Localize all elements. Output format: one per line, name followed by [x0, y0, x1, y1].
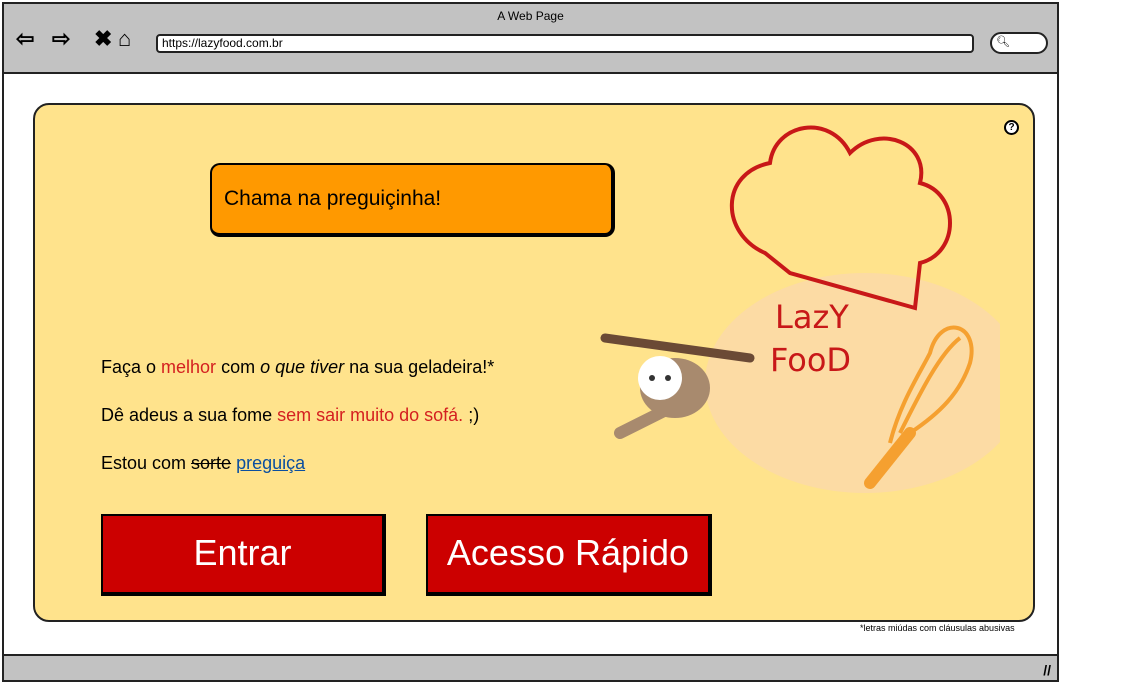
- text: Dê adeus a sua fome: [101, 405, 278, 425]
- preguica-link[interactable]: preguiça: [236, 453, 305, 473]
- url-input[interactable]: https://lazyfood.com.br: [156, 34, 974, 53]
- browser-titlebar: A Web Page ⇦ ⇨ ✖ ⌂ https://lazyfood.com.…: [4, 4, 1057, 74]
- banner: Chama na preguiçinha!: [210, 163, 615, 237]
- lazy-food-logo: LazY FooD: [600, 125, 1000, 493]
- highlight: melhor: [161, 357, 217, 377]
- back-icon[interactable]: ⇦: [16, 26, 34, 52]
- tagline-1: Faça o melhor com o que tiver na sua gel…: [101, 357, 494, 378]
- status-bar: //: [4, 654, 1057, 680]
- text: com: [216, 357, 261, 377]
- main-panel: ? Chama na preguiçinha! LazY FooD Faça o…: [33, 103, 1035, 622]
- text: Faça o: [101, 357, 162, 377]
- strikethrough-text: sorte: [191, 453, 232, 473]
- emphasis: o que tiver: [260, 357, 345, 377]
- resize-grip-icon[interactable]: //: [1043, 662, 1051, 678]
- footnote: *letras miúdas com cláusulas abusivas: [860, 623, 1015, 633]
- home-icon[interactable]: ⌂: [118, 26, 131, 52]
- search-icon: 🔍︎: [996, 36, 1010, 48]
- highlight: sem sair muito do sofá.: [277, 405, 464, 425]
- browser-window: A Web Page ⇦ ⇨ ✖ ⌂ https://lazyfood.com.…: [2, 2, 1059, 682]
- text: na sua geladeira!*: [344, 357, 495, 377]
- forward-icon[interactable]: ⇨: [52, 26, 70, 52]
- logo-background: [705, 273, 1000, 493]
- window-title: A Web Page: [497, 9, 564, 23]
- text: ;): [463, 405, 480, 425]
- tagline-2: Dê adeus a sua fome sem sair muito do so…: [101, 405, 479, 426]
- quick-access-button[interactable]: Acesso Rápido: [426, 514, 712, 596]
- tagline-3: Estou com sorte preguiça: [101, 453, 305, 474]
- login-button[interactable]: Entrar: [101, 514, 386, 596]
- search-input[interactable]: 🔍︎: [990, 32, 1048, 54]
- logo-text-lazy: LazY: [775, 298, 849, 336]
- close-icon[interactable]: ✖: [94, 26, 112, 52]
- help-icon[interactable]: ?: [1004, 120, 1019, 135]
- logo-text-food: FooD: [770, 341, 851, 379]
- text: Estou com: [101, 453, 192, 473]
